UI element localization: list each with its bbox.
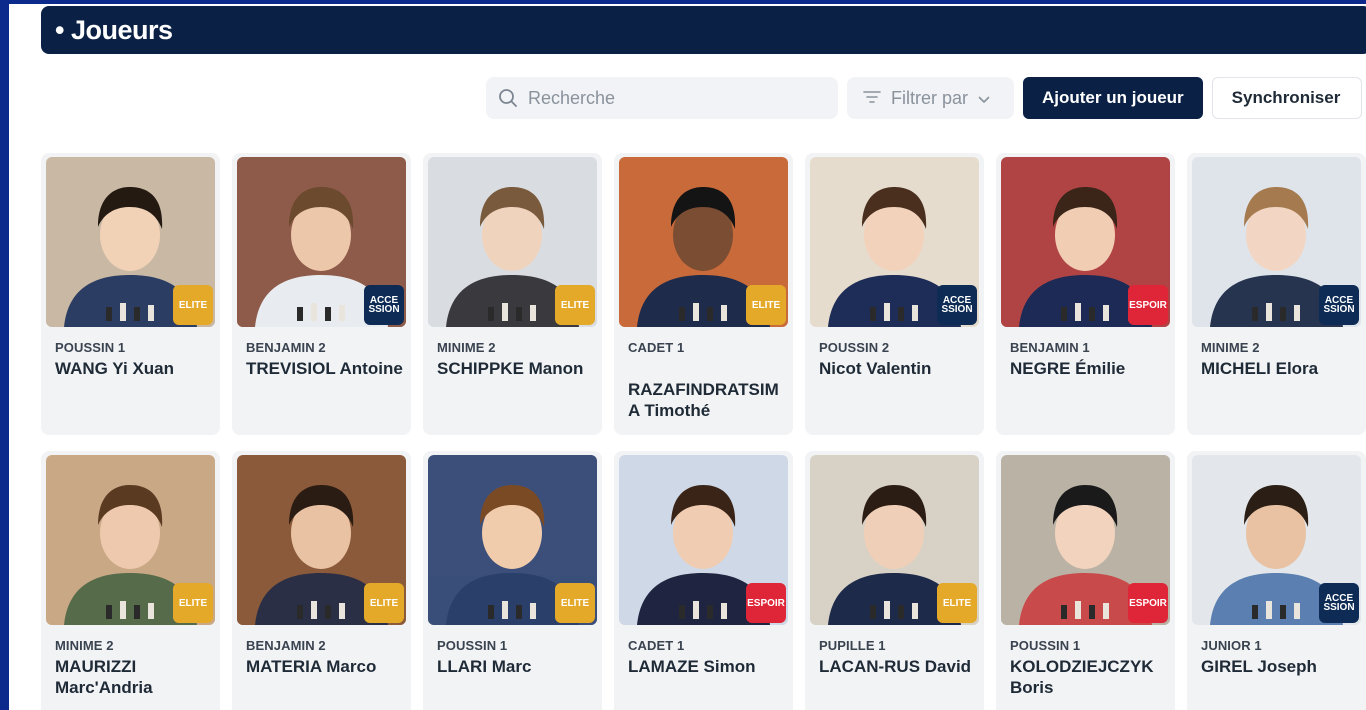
player-card[interactable]: ELITE PUPILLE 1 LACAN-RUS David [805, 451, 984, 710]
program-badge: ELITE [364, 583, 404, 623]
player-card[interactable]: ESPOIR BENJAMIN 1 NEGRE Émilie [996, 153, 1175, 435]
player-photo: ELITE [46, 157, 215, 327]
player-photo: ACCE SSION [1192, 157, 1361, 327]
player-card[interactable]: ELITE BENJAMIN 2 MATERIA Marco [232, 451, 411, 710]
page: • Joueurs Filtrer par Ajouter un joueur … [9, 4, 1366, 710]
program-badge: ELITE [555, 285, 595, 325]
player-category: POUSSIN 1 [55, 340, 126, 355]
player-card[interactable]: ACCE SSION MINIME 2 MICHELI Elora [1187, 153, 1366, 435]
player-name: MATERIA Marco [246, 657, 377, 676]
player-card[interactable]: ELITE MINIME 2 SCHIPPKE Manon [423, 153, 602, 435]
player-category: BENJAMIN 2 [246, 638, 326, 653]
player-photo: ACCE SSION [1192, 455, 1361, 625]
player-name: Nicot Valentin [819, 359, 932, 378]
player-card[interactable]: ACCE SSION JUNIOR 1 GIREL Joseph [1187, 451, 1366, 710]
program-badge: ELITE [937, 583, 977, 623]
player-photo: ACCE SSION [237, 157, 406, 327]
player-name: LAMAZE Simon [628, 657, 756, 676]
player-photo: ESPOIR [619, 455, 788, 625]
player-name: KOLODZIEJCZYK Boris [1010, 657, 1154, 697]
synchronize-button[interactable]: Synchroniser [1211, 77, 1362, 119]
player-category: CADET 1 [628, 340, 685, 355]
player-category: MINIME 2 [437, 340, 496, 355]
program-badge: ELITE [746, 285, 786, 325]
search-box[interactable] [486, 77, 838, 119]
page-title: • Joueurs [55, 14, 173, 45]
player-category: JUNIOR 1 [1201, 638, 1262, 653]
player-category: MINIME 2 [55, 638, 114, 653]
player-card[interactable]: ACCE SSION BENJAMIN 2 TREVISIOL Antoine [232, 153, 411, 435]
player-name: TREVISIOL Antoine [246, 359, 403, 378]
player-name: NEGRE Émilie [1010, 359, 1126, 378]
player-name: RAZAFINDRATSIMA Timothé [628, 380, 779, 420]
program-badge: ELITE [173, 583, 213, 623]
player-photo: ELITE [619, 157, 788, 327]
player-photo: ACCE SSION [810, 157, 979, 327]
player-photo: ESPOIR [1001, 455, 1170, 625]
player-category: BENJAMIN 1 [1010, 340, 1090, 355]
player-category: PUPILLE 1 [819, 638, 886, 653]
player-name: GIREL Joseph [1201, 657, 1317, 676]
player-card[interactable]: ESPOIR POUSSIN 1 KOLODZIEJCZYK Boris [996, 451, 1175, 710]
player-card[interactable]: ESPOIR CADET 1 LAMAZE Simon [614, 451, 793, 710]
program-badge: ESPOIR [1128, 285, 1168, 325]
player-photo: ELITE [428, 157, 597, 327]
player-category: CADET 1 [628, 638, 685, 653]
player-category: POUSSIN 1 [1010, 638, 1081, 653]
player-category: POUSSIN 1 [437, 638, 508, 653]
filter-dropdown[interactable]: Filtrer par [847, 77, 1014, 119]
player-photo: ELITE [237, 455, 406, 625]
player-category: BENJAMIN 2 [246, 340, 326, 355]
player-card[interactable]: ELITE POUSSIN 1 LLARI Marc [423, 451, 602, 710]
player-category: MINIME 2 [1201, 340, 1260, 355]
program-badge: ACCE SSION [937, 285, 977, 325]
player-photo: ESPOIR [1001, 157, 1170, 327]
player-name: WANG Yi Xuan [55, 359, 175, 378]
player-photo: ELITE [46, 455, 215, 625]
filter-icon [863, 88, 881, 109]
player-photo: ELITE [428, 455, 597, 625]
player-card[interactable]: ELITE MINIME 2 MAURIZZI Marc'Andria [41, 451, 220, 710]
player-name: MAURIZZI Marc'Andria [55, 657, 153, 697]
program-badge: ACCE SSION [364, 285, 404, 325]
player-name: LLARI Marc [437, 657, 532, 676]
search-input[interactable] [528, 87, 818, 109]
player-card[interactable]: ACCE SSION POUSSIN 2 Nicot Valentin [805, 153, 984, 435]
filter-label: Filtrer par [891, 87, 969, 108]
program-badge: ESPOIR [1128, 583, 1168, 623]
chevron-down-icon [978, 88, 990, 109]
player-card[interactable]: ELITE POUSSIN 1 WANG Yi Xuan [41, 153, 220, 435]
player-grid: ELITE POUSSIN 1 WANG Yi Xuan ACCE SSION BENJ… [41, 153, 1366, 710]
program-badge: ELITE [173, 285, 213, 325]
search-icon [498, 88, 518, 108]
program-badge: ACCE SSION [1319, 285, 1359, 325]
program-badge: ACCE SSION [1319, 583, 1359, 623]
player-card[interactable]: ELITE CADET 1 RAZAFINDRATSIMA Timothé [614, 153, 793, 435]
toolbar: Filtrer par Ajouter un joueur Synchronis… [486, 77, 1362, 119]
player-photo: ELITE [810, 455, 979, 625]
player-name: LACAN-RUS David [819, 657, 972, 676]
player-name: SCHIPPKE Manon [437, 359, 584, 378]
add-player-button[interactable]: Ajouter un joueur [1023, 77, 1203, 119]
program-badge: ESPOIR [746, 583, 786, 623]
program-badge: ELITE [555, 583, 595, 623]
section-header: • Joueurs [41, 6, 1366, 54]
player-name: MICHELI Elora [1201, 359, 1319, 378]
player-category: POUSSIN 2 [819, 340, 890, 355]
